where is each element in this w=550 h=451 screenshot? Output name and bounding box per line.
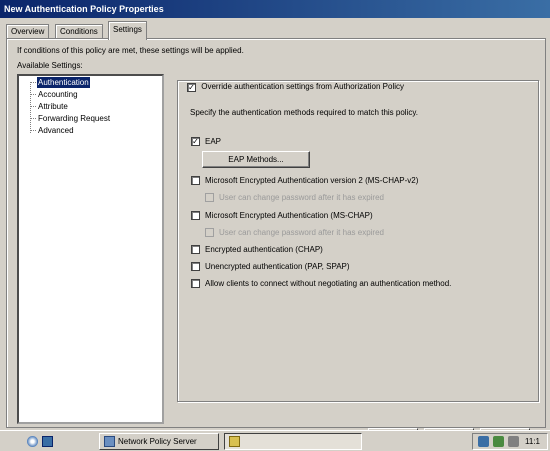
tray-volume-icon[interactable]	[508, 436, 519, 447]
authentication-groupbox	[177, 80, 539, 402]
tree-branch	[30, 106, 36, 107]
mschap-password-checkbox	[205, 228, 214, 237]
quicklaunch-ie-icon[interactable]	[27, 436, 38, 447]
tree-item-accounting[interactable]: Accounting	[37, 89, 79, 100]
override-groupbox-title: ✓ Override authentication settings from …	[185, 82, 407, 94]
mschapv2-label: Microsoft Encrypted Authentication versi…	[205, 176, 419, 185]
eap-checkbox[interactable]: ✓	[191, 137, 200, 146]
tree-item-authentication[interactable]: Authentication	[37, 77, 90, 88]
tab-conditions[interactable]: Conditions	[55, 24, 103, 39]
tray-security-icon[interactable]	[493, 436, 504, 447]
pap-label: Unencrypted authentication (PAP, SPAP)	[205, 262, 350, 271]
tree-connector-line	[30, 82, 31, 133]
taskbar: Network Policy Server 11:1	[0, 430, 550, 451]
mschapv2-password-checkbox	[205, 193, 214, 202]
window-titlebar: New Authentication Policy Properties	[0, 0, 550, 18]
task-network-policy-server[interactable]: Network Policy Server	[99, 433, 219, 450]
tree-item-advanced[interactable]: Advanced	[37, 125, 75, 136]
system-tray: 11:1	[472, 433, 548, 450]
no-method-label: Allow clients to connect without negotia…	[205, 279, 452, 288]
chap-checkbox[interactable]	[191, 245, 200, 254]
tray-network-icon[interactable]	[478, 436, 489, 447]
start-button[interactable]	[2, 433, 14, 450]
tree-item-forwarding-request[interactable]: Forwarding Request	[37, 113, 111, 124]
tree-branch	[30, 130, 36, 131]
no-method-checkbox[interactable]	[191, 279, 200, 288]
settings-tree[interactable]: Authentication Accounting Attribute Forw…	[17, 74, 164, 424]
eap-methods-button[interactable]: EAP Methods...	[202, 151, 310, 168]
specify-text: Specify the authentication methods requi…	[190, 108, 418, 117]
mschap-label: Microsoft Encrypted Authentication (MS-C…	[205, 211, 373, 220]
tab-overview[interactable]: Overview	[6, 24, 50, 39]
override-checkbox[interactable]: ✓	[187, 83, 196, 92]
task-active-window[interactable]	[224, 433, 362, 450]
window-title: New Authentication Policy Properties	[4, 4, 164, 14]
tree-branch	[30, 94, 36, 95]
mschap-password-label: User can change password after it has ex…	[219, 228, 384, 237]
eap-label: EAP	[205, 137, 222, 146]
task-window-icon	[229, 436, 240, 448]
task-network-policy-server-label: Network Policy Server	[118, 437, 197, 446]
quicklaunch-desktop-icon[interactable]	[42, 436, 53, 447]
intro-text: If conditions of this policy are met, th…	[17, 46, 244, 55]
tab-settings[interactable]: Settings	[108, 21, 147, 40]
chap-label: Encrypted authentication (CHAP)	[205, 245, 323, 254]
mschap-checkbox[interactable]	[191, 211, 200, 220]
pap-checkbox[interactable]	[191, 262, 200, 271]
tree-branch	[30, 82, 36, 83]
tray-clock[interactable]: 11:1	[525, 437, 540, 446]
npsserver-icon	[104, 436, 115, 448]
override-label: Override authentication settings from Au…	[201, 82, 405, 91]
available-settings-label: Available Settings:	[17, 61, 83, 70]
mschapv2-checkbox[interactable]	[191, 176, 200, 185]
tree-branch	[30, 118, 36, 119]
mschapv2-password-label: User can change password after it has ex…	[219, 193, 384, 202]
tree-item-attribute[interactable]: Attribute	[37, 101, 69, 112]
